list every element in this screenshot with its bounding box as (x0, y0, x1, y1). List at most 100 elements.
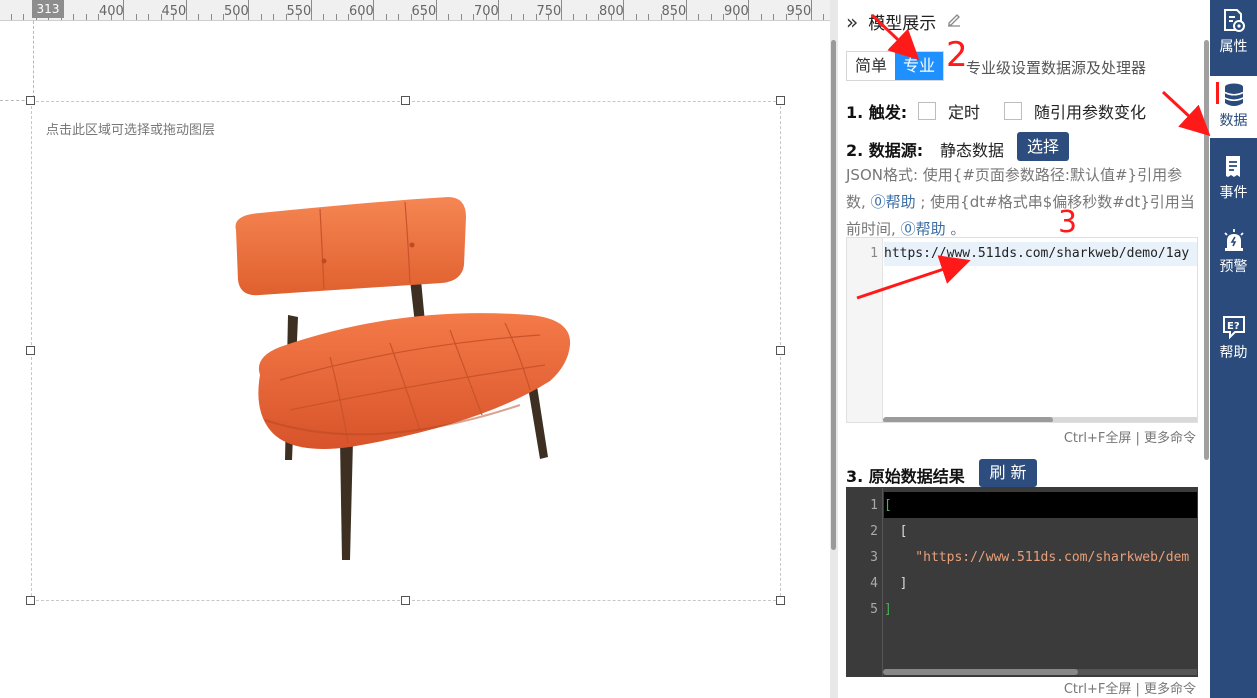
raw-data-heading: 3. 原始数据结果 (846, 467, 965, 486)
collapse-chevron-icon[interactable]: » (846, 10, 858, 34)
param-change-checkbox[interactable] (1004, 102, 1022, 120)
ruler-label: 850 (661, 4, 687, 19)
ruler-tick (585, 14, 587, 20)
resize-handle-top-right[interactable] (776, 96, 785, 105)
ruler-tick (573, 14, 574, 20)
ruler-tick (273, 14, 274, 20)
resize-handle-top[interactable] (401, 96, 410, 105)
datasource-code-editor[interactable]: 1 https://www.511ds.com/sharkweb/demo/1a… (846, 237, 1198, 423)
raw-editor-hscrollbar[interactable] (883, 669, 1078, 675)
sidebar-item-properties[interactable]: 属性 (1210, 6, 1257, 64)
sidebar-label-help: 帮助 (1219, 345, 1248, 361)
ruler-tick (710, 14, 712, 20)
editor-hscrollbar[interactable] (883, 417, 1053, 422)
ruler-tick (523, 14, 524, 20)
help-link-time[interactable]: ⓪帮助 (901, 220, 946, 238)
resize-handle-bottom-right[interactable] (776, 596, 785, 605)
ruler-tick (148, 14, 149, 20)
ruler-label: 950 (786, 4, 812, 19)
sidebar-label-alarm: 预警 (1219, 259, 1248, 275)
ruler-tick (510, 14, 512, 20)
tab-simple[interactable]: 简单 (847, 52, 896, 80)
ruler-tick (635, 14, 637, 20)
resize-handle-top-left[interactable] (26, 96, 35, 105)
select-datasource-button[interactable]: 选择 (1017, 132, 1069, 161)
ruler-tick (448, 14, 449, 20)
ruler-tick (10, 14, 12, 20)
chair-3d-model[interactable] (220, 185, 580, 570)
sidebar-label-properties: 属性 (1219, 39, 1248, 55)
mode-description: 专业级设置数据源及处理器 (966, 59, 1147, 77)
timed-label: 定时 (948, 103, 981, 122)
ruler-tick (760, 14, 762, 20)
ruler-tick (135, 14, 137, 20)
sidebar-item-events[interactable]: 事件 (1210, 152, 1257, 210)
property-panel: » 模型展示 简单 专业 专业级设置数据源及处理器 1. 触发: 定时 随引用参… (838, 0, 1204, 698)
horizontal-ruler: 3003504004505005506006507007508008509009… (0, 0, 830, 21)
sidebar-item-alarm[interactable]: 预警 (1210, 226, 1257, 284)
ruler-label: 450 (161, 4, 187, 19)
resize-handle-left[interactable] (26, 346, 35, 355)
help-link-param[interactable]: ⓪帮助 (871, 193, 916, 211)
editor-footer[interactable]: Ctrl+F全屏 | 更多命令 (1064, 427, 1196, 446)
guide-line-vertical (33, 21, 34, 98)
ruler-label: 400 (99, 4, 124, 19)
ruler-tick (323, 14, 324, 20)
ruler-label: 800 (599, 4, 624, 19)
resize-handle-right[interactable] (776, 346, 785, 355)
component-title: 模型展示 (868, 14, 937, 34)
svg-text:E?: E? (1227, 321, 1240, 332)
ruler-tick (23, 14, 24, 20)
datasource-heading: 2. 数据源: (846, 141, 924, 160)
timed-checkbox[interactable] (918, 102, 936, 120)
ruler-label: 650 (411, 4, 437, 19)
ruler-tick (73, 14, 74, 20)
resize-handle-bottom-left[interactable] (26, 596, 35, 605)
tab-professional[interactable]: 专业 (895, 52, 944, 80)
event-icon (1225, 156, 1240, 177)
ruler-label: 700 (474, 4, 499, 19)
ruler-tick (198, 14, 199, 20)
param-change-label: 随引用参数变化 (1034, 103, 1147, 122)
ruler-tick (823, 14, 824, 20)
ruler-label: 600 (349, 4, 374, 19)
ruler-tick (210, 14, 212, 20)
ruler-tick (460, 14, 462, 20)
raw-data-editor[interactable]: 1 2 3 4 5 [ [ "https://www.511ds.com/sha… (846, 487, 1198, 677)
raw-editor-footer[interactable]: Ctrl+F全屏 | 更多命令 (1064, 678, 1196, 697)
sidebar-label-events: 事件 (1219, 185, 1248, 201)
trigger-timed-option[interactable]: 定时 (918, 99, 980, 123)
mode-tabs: 简单 专业 (846, 51, 945, 81)
ruler-position-marker: 313 (32, 0, 64, 18)
editor-gutter: 1 (847, 238, 883, 422)
trigger-heading: 1. 触发: (846, 103, 908, 122)
ruler-label: 900 (724, 4, 749, 19)
sidebar-item-help[interactable]: E? 帮助 (1210, 312, 1257, 370)
sidebar-item-data[interactable]: 数据 (1210, 76, 1257, 138)
sidebar-label-data: 数据 (1219, 113, 1248, 129)
ruler-label: 750 (536, 4, 562, 19)
refresh-button[interactable]: 刷 新 (979, 459, 1037, 487)
database-icon (1224, 83, 1243, 106)
edit-pencil-icon[interactable] (946, 11, 962, 32)
ruler-tick (398, 14, 399, 20)
resize-handle-bottom[interactable] (401, 596, 410, 605)
alarm-icon (1223, 229, 1244, 251)
ruler-tick (385, 14, 387, 20)
panel-scrollbar[interactable] (1204, 40, 1209, 460)
ruler-tick (85, 14, 87, 20)
panel-header: » 模型展示 (846, 9, 962, 34)
canvas-scrollbar[interactable] (831, 40, 836, 550)
ruler-tick (773, 14, 774, 20)
properties-icon (1223, 9, 1245, 32)
trigger-param-option[interactable]: 随引用参数变化 (1004, 99, 1146, 123)
help-icon: E? (1222, 316, 1245, 340)
ruler-tick (260, 14, 262, 20)
right-sidebar: 属性 数据 事件 预警 E? 帮助 (1210, 0, 1257, 698)
canvas-hint-text: 点击此区域可选择或拖动图层 (46, 123, 216, 138)
datasource-help-text: JSON格式: 使用{#页面参数路径:默认值#}引用参数, ⓪帮助 ; 使用{d… (846, 166, 1195, 238)
ruler-label: 500 (224, 4, 249, 19)
datasource-value: 静态数据 (940, 141, 1005, 160)
design-canvas[interactable]: 3003504004505005506006507007508008509009… (0, 0, 830, 698)
datasource-url-line[interactable]: https://www.511ds.com/sharkweb/demo/1ay (884, 246, 1189, 261)
